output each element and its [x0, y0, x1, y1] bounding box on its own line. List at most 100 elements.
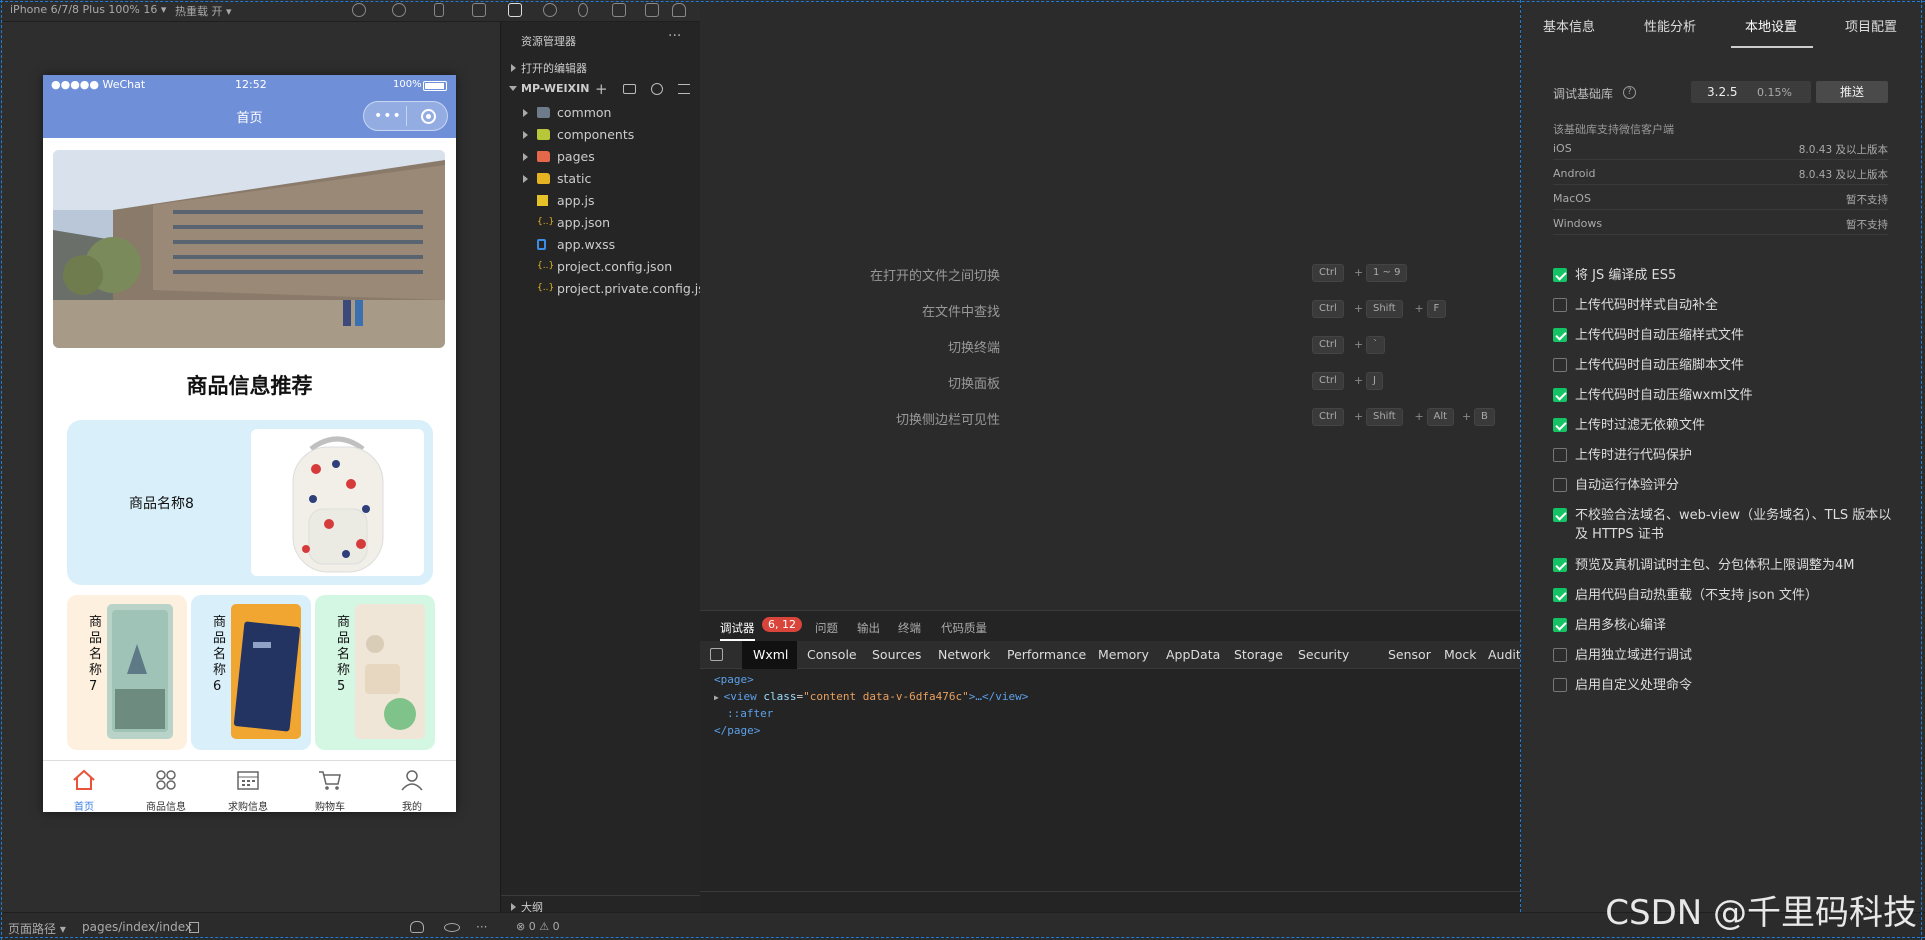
- more-icon[interactable]: •••: [374, 109, 402, 123]
- plus-sign: +: [1354, 374, 1364, 387]
- extensions-icon[interactable]: [612, 3, 626, 17]
- devtools-tab-sensor[interactable]: Sensor: [1388, 647, 1431, 662]
- tab-debugger[interactable]: 调试器: [720, 620, 755, 641]
- devtools-tab-console[interactable]: Console: [807, 647, 857, 662]
- checkbox[interactable]: [1553, 678, 1567, 692]
- collapse-all-icon[interactable]: [678, 84, 690, 94]
- devtools-tab-security[interactable]: Security: [1298, 647, 1349, 662]
- code-after[interactable]: ::after: [727, 707, 773, 720]
- git-branch-icon[interactable]: [578, 3, 588, 17]
- file-tree-item[interactable]: app.wxss: [501, 234, 701, 256]
- copy-window-icon[interactable]: [472, 3, 486, 17]
- checkbox[interactable]: [1553, 388, 1567, 402]
- file-tree-item[interactable]: {..} project.private.config.js...: [501, 278, 717, 300]
- docker-icon[interactable]: [672, 3, 686, 17]
- tab-code-quality[interactable]: 代码质量: [941, 620, 987, 636]
- tab-products[interactable]: 商品信息: [125, 761, 207, 812]
- devtools-tab-network[interactable]: Network: [938, 647, 990, 662]
- tab-project-config[interactable]: 项目配置: [1845, 16, 1897, 35]
- problems-count[interactable]: ⊗ 0 ⚠ 0: [516, 920, 560, 933]
- js-file-icon: [537, 195, 548, 206]
- devtools-tab-mock[interactable]: Mock: [1444, 647, 1477, 662]
- search-icon[interactable]: [543, 3, 557, 17]
- shortcut-label: 切换侧边栏可见性: [895, 413, 1000, 428]
- lib-version-select[interactable]: 3.2.5 0.15%: [1691, 81, 1811, 103]
- files-icon[interactable]: [508, 3, 522, 17]
- inspect-element-icon[interactable]: [710, 648, 723, 661]
- file-tree-item[interactable]: {..} app.json: [501, 212, 701, 234]
- checkbox[interactable]: [1553, 418, 1567, 432]
- checkbox[interactable]: [1553, 618, 1567, 632]
- tab-basic-info[interactable]: 基本信息: [1543, 16, 1595, 35]
- option-label: 将 JS 编译成 ES5: [1575, 268, 1677, 283]
- statusbar-more-icon[interactable]: ···: [476, 920, 487, 934]
- devtools-tab-wxml[interactable]: Wxml: [753, 647, 788, 662]
- checkbox[interactable]: [1553, 588, 1567, 602]
- open-editors-section[interactable]: 打开的编辑器: [501, 57, 701, 79]
- file-tree-item[interactable]: components: [501, 124, 701, 146]
- file-tree-item[interactable]: app.js: [501, 190, 701, 212]
- devtools-tab-performance[interactable]: Performance: [1007, 647, 1086, 662]
- product-card-6[interactable]: 商品名称6: [191, 595, 311, 750]
- code-page-close[interactable]: </page>: [714, 724, 760, 737]
- file-tree-item[interactable]: static: [501, 168, 701, 190]
- user-icon: [401, 770, 423, 791]
- checkbox[interactable]: [1553, 648, 1567, 662]
- eye-icon[interactable]: [444, 923, 460, 932]
- project-section[interactable]: MP-WEIXIN +: [501, 79, 701, 101]
- checkbox[interactable]: [1553, 558, 1567, 572]
- product-card-7[interactable]: 商品名称7: [67, 595, 187, 750]
- file-tree-item[interactable]: pages: [501, 146, 701, 168]
- hot-reload-toggle[interactable]: 热重载 开 ▾: [175, 3, 232, 19]
- file-tree-item[interactable]: common: [501, 102, 701, 124]
- checkbox[interactable]: [1553, 298, 1567, 312]
- checkbox[interactable]: [1553, 358, 1567, 372]
- tab-terminal[interactable]: 终端: [898, 620, 921, 636]
- checkbox[interactable]: [1553, 328, 1567, 342]
- checkbox[interactable]: [1553, 448, 1567, 462]
- file-tree-item[interactable]: {..} project.config.json: [501, 256, 701, 278]
- devtools-tab-appdata[interactable]: AppData: [1166, 647, 1220, 662]
- refresh-explorer-icon[interactable]: [651, 83, 663, 95]
- stop-icon[interactable]: [392, 3, 406, 17]
- option-label: 上传代码时自动压缩wxml文件: [1575, 388, 1753, 403]
- push-button[interactable]: 推送: [1816, 81, 1888, 103]
- devtools-tab-memory[interactable]: Memory: [1098, 647, 1149, 662]
- close-mini-program-icon[interactable]: [421, 109, 436, 124]
- device-select[interactable]: iPhone 6/7/8 Plus 100% 16 ▾: [10, 3, 166, 16]
- new-file-icon[interactable]: +: [595, 80, 608, 98]
- platform-row: MacOS 暂不支持: [1553, 188, 1888, 210]
- tab-mine[interactable]: 我的: [371, 761, 453, 812]
- checkbox[interactable]: [1553, 268, 1567, 282]
- checkbox[interactable]: [1553, 478, 1567, 492]
- cloud-window-icon[interactable]: [645, 3, 659, 17]
- selection-border: [0, 937, 1925, 938]
- copy-path-icon[interactable]: [189, 922, 199, 933]
- featured-product-image: [251, 429, 424, 576]
- capsule-menu[interactable]: •••: [363, 101, 448, 131]
- product-card-5[interactable]: 商品名称5: [315, 595, 435, 750]
- new-folder-icon[interactable]: [623, 84, 636, 94]
- tab-local-settings[interactable]: 本地设置: [1745, 16, 1797, 35]
- banner-image[interactable]: [53, 150, 445, 348]
- devtools-tab-sources[interactable]: Sources: [872, 647, 921, 662]
- phone-icon[interactable]: [434, 3, 444, 17]
- code-view-node[interactable]: ▶ <view class="content data-v-6dfa476c">…: [714, 690, 1028, 703]
- tab-performance[interactable]: 性能分析: [1644, 16, 1696, 35]
- bug-icon[interactable]: [410, 921, 424, 933]
- explorer-more-icon[interactable]: ···: [668, 28, 681, 44]
- tab-home[interactable]: 首页: [43, 761, 125, 812]
- shortcut-label: 切换面板: [947, 377, 1000, 392]
- tab-requests[interactable]: 求购信息: [207, 761, 289, 812]
- help-icon[interactable]: ?: [1623, 86, 1636, 99]
- page-path-select[interactable]: 页面路径 ▾: [8, 920, 66, 937]
- featured-product-card[interactable]: 商品名称8: [67, 420, 433, 585]
- platform-version: 暂不支持: [1846, 194, 1888, 206]
- tab-output[interactable]: 输出: [857, 620, 880, 636]
- tab-cart[interactable]: 购物车: [289, 761, 371, 812]
- refresh-icon[interactable]: [352, 3, 366, 17]
- devtools-tab-storage[interactable]: Storage: [1234, 647, 1283, 662]
- checkbox[interactable]: [1553, 508, 1567, 522]
- code-page-open[interactable]: <page>: [714, 673, 754, 686]
- tab-problems[interactable]: 问题: [815, 620, 838, 636]
